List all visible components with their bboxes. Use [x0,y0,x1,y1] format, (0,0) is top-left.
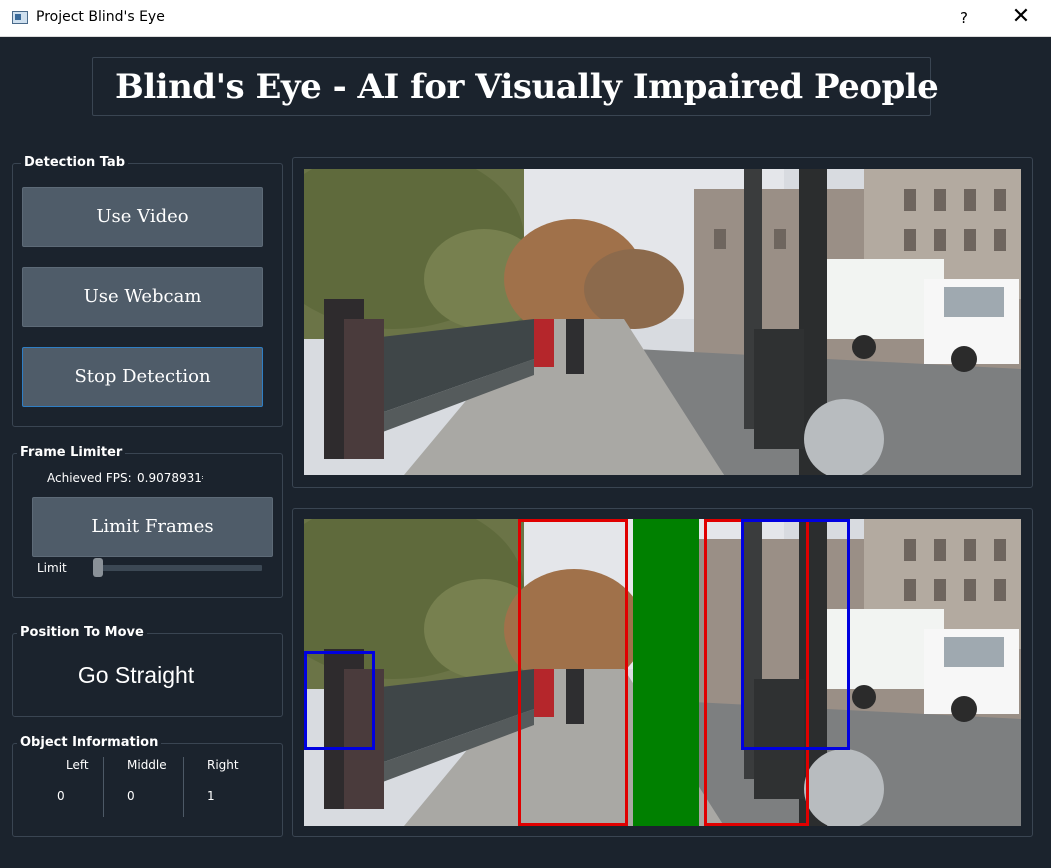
use-webcam-button[interactable]: Use Webcam [22,267,263,327]
path-highlight-bar [633,519,699,826]
limit-slider-handle[interactable] [93,558,103,577]
limit-frames-label: Limit Frames [91,516,214,537]
header-right: Right [207,758,239,772]
header-middle: Middle [127,758,167,772]
frame-limiter-title: Frame Limiter [17,445,126,460]
window-title: Project Blind's Eye [36,9,165,25]
detection-video-frame [304,519,1021,826]
window-title-bar: Project Blind's Eye ? ✕ [0,0,1051,37]
direction-value: Go Straight [77,662,195,688]
stop-detection-button[interactable]: Stop Detection [22,347,263,407]
fps-label: Achieved FPS: [47,471,132,485]
limit-slider-label: Limit [37,561,67,575]
column-divider [183,757,184,817]
detection-tab-title: Detection Tab [21,155,128,170]
fps-value: 0.9078931€ [137,471,203,485]
position-title: Position To Move [17,625,147,640]
window-app-icon [12,11,28,24]
limit-slider-track[interactable] [96,565,262,571]
app-heading-box: Blind's Eye - AI for Visually Impaired P… [92,57,939,116]
street-scene-detections-image [304,519,1021,826]
use-webcam-label: Use Webcam [83,286,202,307]
app-heading: Blind's Eye - AI for Visually Impaired P… [115,67,939,107]
use-video-label: Use Video [96,206,189,227]
value-middle: 0 [127,789,135,803]
street-scene-image [304,169,1021,475]
object-info-title: Object Information [17,735,162,750]
column-divider [103,757,104,817]
question-mark-icon[interactable]: ? [944,0,984,36]
limit-frames-button[interactable]: Limit Frames [32,497,273,557]
value-left: 0 [57,789,65,803]
value-right: 1 [207,789,215,803]
header-left: Left [66,758,89,772]
use-video-button[interactable]: Use Video [22,187,263,247]
close-icon[interactable]: ✕ [998,0,1044,36]
stop-detection-label: Stop Detection [74,366,211,387]
input-video-frame [304,169,1021,475]
